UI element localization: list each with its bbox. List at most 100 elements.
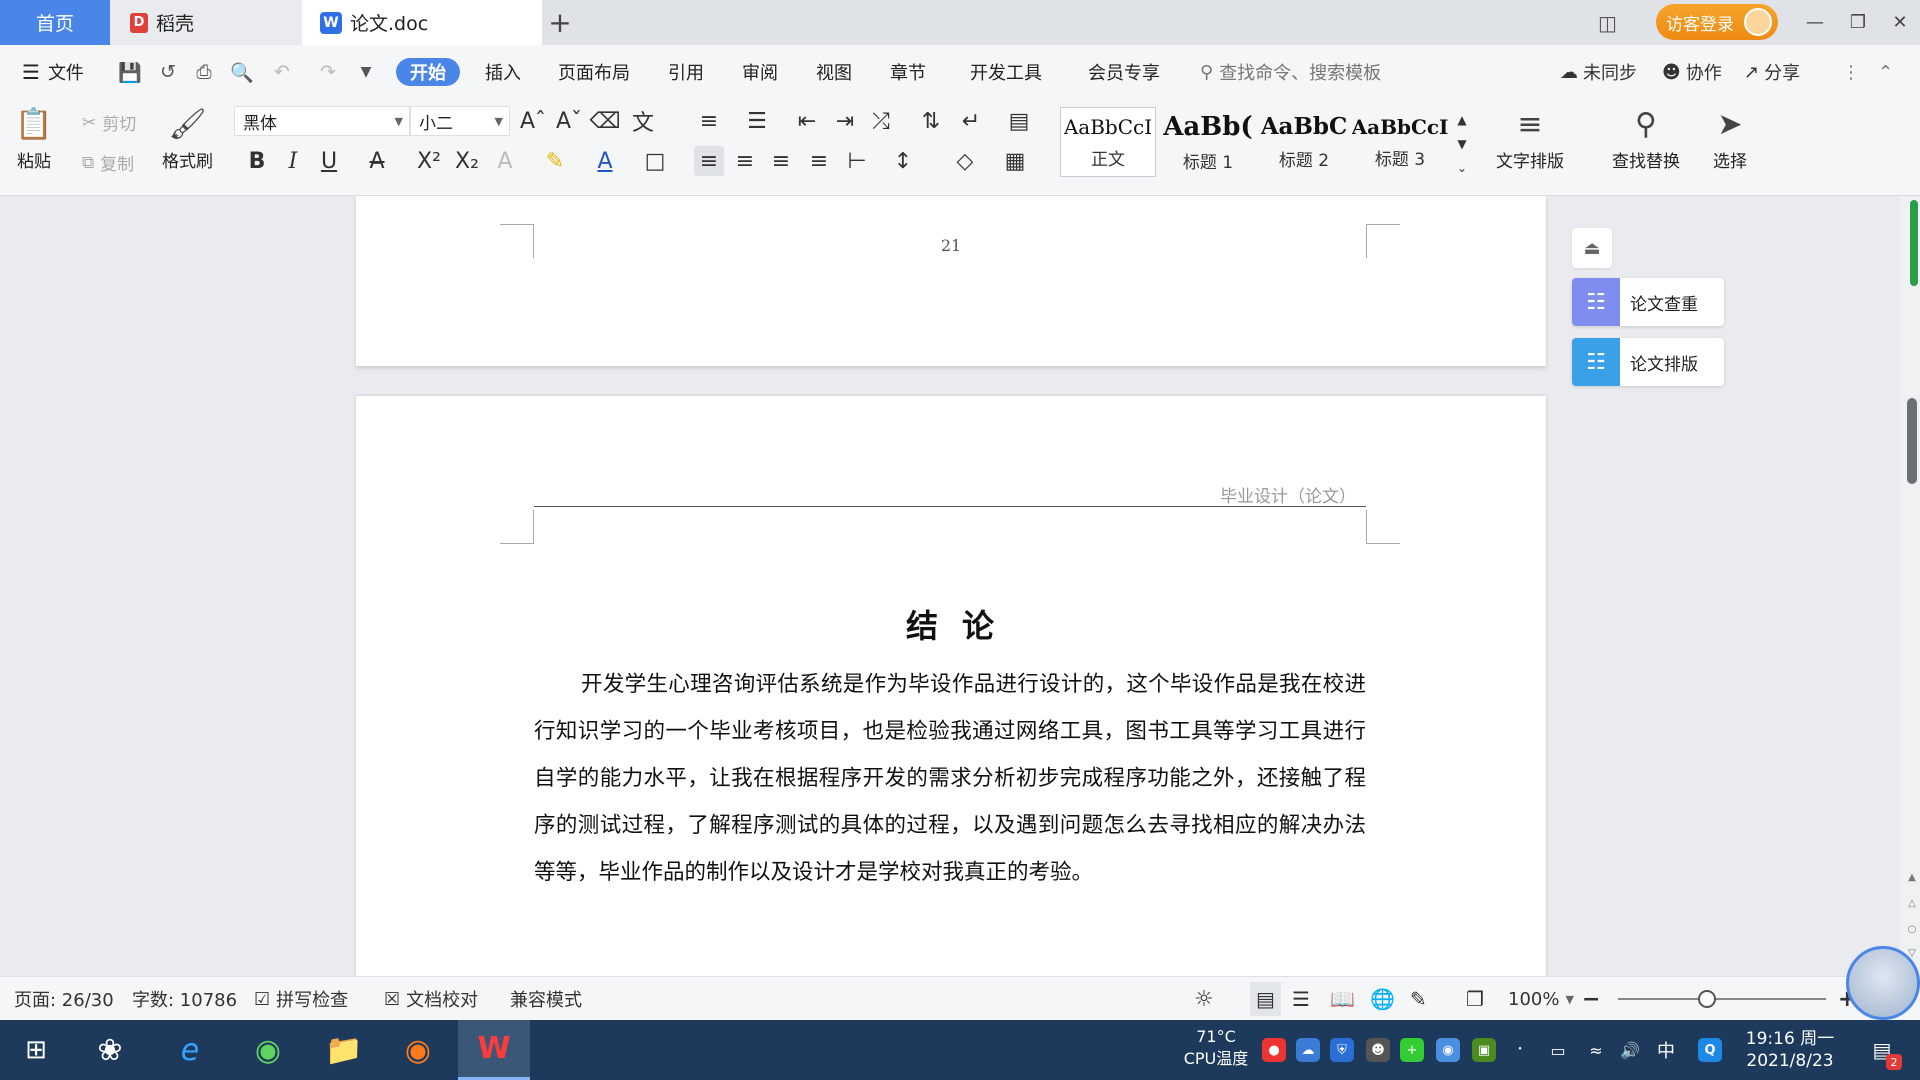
vertical-scrollbar[interactable] [1900,196,1920,976]
reading-view-icon[interactable]: 📖 [1330,977,1355,1021]
clear-format-icon[interactable]: ⌫ [589,106,620,136]
style-expand-icon[interactable]: ⌄ [1450,153,1474,183]
assistant-avatar-icon[interactable] [1846,946,1920,1020]
superscript-icon[interactable]: X² [414,146,444,176]
style-normal[interactable]: AaBbCcI 正文 [1060,107,1156,177]
save-icon[interactable]: 💾 [116,58,144,86]
italic-icon[interactable]: I [278,146,308,176]
bluetooth-icon[interactable]: ᛫ [1508,1038,1532,1062]
phonetic-guide-icon[interactable]: 文 [628,106,658,136]
style-heading-1[interactable]: AaBb( 标题 1 [1162,107,1254,177]
share-button[interactable]: ↗ 分享 [1744,58,1800,86]
scrollbar-thumb[interactable] [1907,398,1917,484]
nvidia-icon[interactable]: ▣ [1472,1038,1496,1062]
input-method-indicator[interactable]: 中 [1654,1038,1678,1062]
thesis-format-button[interactable]: ☷ 论文排版 [1572,338,1724,386]
zoom-slider-handle[interactable] [1698,990,1717,1008]
fit-page-icon[interactable]: ❐ [1466,977,1484,1021]
tray-cloud-icon[interactable]: ◉ [1436,1038,1460,1062]
restore-button[interactable]: ❐ [1838,6,1878,38]
collaborate-button[interactable]: ☻ 协作 [1662,58,1722,86]
tab-chapter[interactable]: 章节 [890,58,926,86]
pen-icon[interactable]: ✎ [1410,977,1427,1021]
print-icon[interactable]: ⎙ [190,58,218,86]
line-break-icon[interactable]: ↵ [956,106,986,136]
body-paragraph[interactable]: 开发学生心理咨询评估系统是作为毕设作品进行设计的，这个毕设作品是我在校进行知识学… [534,661,1366,896]
tab-daoke[interactable]: D 稻壳 [110,0,302,45]
align-right-icon[interactable]: ≡ [766,146,796,176]
browser-icon[interactable]: ◉ [238,1020,298,1080]
cpu-temperature[interactable]: 71°C CPU温度 [1180,1026,1252,1070]
tray-app-icon[interactable]: ● [1262,1038,1286,1062]
document-proofread-button[interactable]: ☒ 文档校对 [384,977,478,1021]
underline-icon[interactable]: U [314,146,344,176]
increase-font-icon[interactable]: Aˆ [518,106,548,136]
page-indicator[interactable]: 页面: 26/30 [14,977,114,1021]
shading-icon[interactable]: ◇ [950,146,980,176]
quick-access-dropdown-icon[interactable]: ▼ [352,58,380,86]
style-heading-2[interactable]: AaBbC 标题 2 [1258,107,1350,177]
tab-member[interactable]: 会员专享 [1088,58,1160,86]
outline-view-icon[interactable]: ☰ [1292,977,1310,1021]
tab-document[interactable]: W 论文.doc [302,0,542,45]
font-size-select[interactable]: 小二 ▼ [410,106,510,136]
volume-icon[interactable]: 🔊 [1618,1038,1642,1062]
app-pinwheel-icon[interactable]: ❀ [80,1020,140,1080]
cut-button[interactable]: ✂ 剪切 [82,110,136,136]
windows-start-icon[interactable]: ⊞ [6,1020,66,1080]
tab-home-ribbon[interactable]: 开始 [396,58,460,86]
zoom-level-select[interactable]: 100% ▼ [1508,977,1574,1021]
search-app-icon[interactable]: Q [1698,1038,1722,1062]
text-direction-icon[interactable]: ⤮ [866,106,896,136]
tray-plus-icon[interactable]: + [1400,1038,1424,1062]
system-clock[interactable]: 19:16 周一 2021/8/23 [1740,1028,1840,1072]
paste-button[interactable]: 📋 粘贴 [15,105,52,173]
ruler-icon[interactable]: ▤ [1004,106,1034,136]
select-button[interactable]: ➤ 选择 [1712,105,1748,173]
bold-icon[interactable]: B [242,146,272,176]
line-spacing-icon[interactable]: ↕ [888,146,918,176]
format-painter-button[interactable]: 🖌 格式刷 [162,105,213,173]
decrease-indent-icon[interactable]: ⇤ [792,106,822,136]
window-layout-icon[interactable]: ◫ [1598,0,1632,45]
command-search-input[interactable]: ⚲ 查找命令、搜索模板 [1200,58,1381,86]
tab-home[interactable]: 首页 [0,0,110,45]
wifi-icon[interactable]: ≈ [1584,1038,1608,1062]
print-preview-icon[interactable]: 🔍 [228,58,256,86]
tray-network-app-icon[interactable]: ☁ [1296,1038,1320,1062]
qq-icon[interactable]: ☻ [1366,1038,1390,1062]
section-title[interactable]: 结论 [534,601,1366,647]
numbered-list-icon[interactable]: ☰ [742,106,772,136]
font-name-select[interactable]: 黑体 ▼ [234,106,410,136]
side-panel-collapse-icon[interactable]: ⏏ [1572,228,1612,268]
zoom-out-icon[interactable]: − [1582,977,1600,1021]
highlight-icon[interactable]: ✎ [540,146,570,176]
decrease-font-icon[interactable]: Aˇ [554,106,584,136]
bullet-list-icon[interactable]: ≡ [694,106,724,136]
align-left-icon[interactable]: ≡ [694,146,724,176]
style-heading-3[interactable]: AaBbCcI 标题 3 [1352,107,1449,177]
page-select-icon[interactable]: ○ [1905,922,1919,936]
export-icon[interactable]: ↺ [154,58,182,86]
align-center-icon[interactable]: ≡ [730,146,760,176]
tab-references[interactable]: 引用 [668,58,704,86]
web-view-icon[interactable]: 🌐 [1370,977,1395,1021]
collapse-ribbon-icon[interactable]: ⌃ [1878,58,1893,86]
tab-review[interactable]: 审阅 [742,58,778,86]
spell-check-button[interactable]: ☑ 拼写检查 [254,977,348,1021]
undo-icon[interactable]: ↶ [268,58,296,86]
strikethrough-icon[interactable]: A [362,146,392,176]
redo-icon[interactable]: ↷ [314,58,342,86]
subscript-icon[interactable]: X₂ [452,146,482,176]
zoom-slider[interactable] [1618,998,1826,1000]
tab-developer[interactable]: 开发工具 [970,58,1042,86]
eye-protection-icon[interactable]: ☼ [1194,977,1214,1021]
justify-icon[interactable]: ≡ [804,146,834,176]
tab-insert[interactable]: 插入 [485,58,521,86]
borders-icon[interactable]: ▦ [1000,146,1030,176]
distributed-icon[interactable]: ⊢ [842,146,872,176]
sort-icon[interactable]: ⇅ [916,106,946,136]
app-mascot-icon[interactable]: ◉ [388,1020,448,1080]
new-tab-button[interactable]: + [545,6,575,39]
thesis-check-button[interactable]: ☷ 论文查重 [1572,278,1724,326]
